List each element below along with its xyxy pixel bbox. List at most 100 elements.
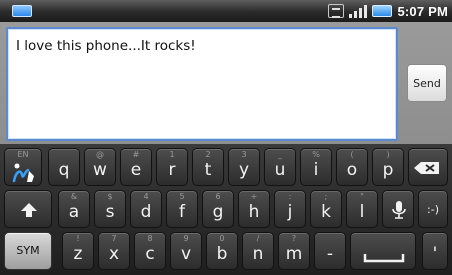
- shift-key[interactable]: [4, 190, 52, 228]
- key-hyphen[interactable]: -: [314, 232, 346, 270]
- key-label: c: [145, 244, 155, 264]
- key-label: o: [346, 160, 358, 180]
- key-alt-label: 1: [169, 150, 175, 159]
- input-method-key[interactable]: EN: [4, 148, 42, 186]
- key-label: y: [238, 160, 250, 180]
- key-alt-label: %: [312, 150, 320, 159]
- key-label: b: [216, 244, 228, 264]
- key-alt-label: #: [132, 150, 140, 159]
- key-j[interactable]: :j: [274, 190, 306, 228]
- handwriting-icon: [12, 163, 34, 183]
- key-alt-label: 4: [143, 192, 149, 201]
- signal-icon: [349, 4, 368, 18]
- key-label: e: [130, 160, 142, 180]
- data-icon: [328, 4, 345, 18]
- key-f[interactable]: 5f: [166, 190, 198, 228]
- key-label: l: [359, 202, 365, 222]
- key-i[interactable]: % i: [300, 148, 332, 186]
- status-icons: 5:07 PM: [328, 2, 448, 20]
- key-n[interactable]: / n: [242, 232, 274, 270]
- key-alt-label: !: [76, 234, 80, 243]
- key-label: a: [68, 202, 80, 222]
- key-alt-label: 0: [219, 234, 225, 243]
- key-label: w: [93, 160, 107, 180]
- key-label: s: [105, 202, 115, 222]
- key-alt-label: 6: [215, 192, 221, 201]
- key-h[interactable]: + h: [238, 190, 270, 228]
- key-d[interactable]: 4d: [130, 190, 162, 228]
- key-label: j: [287, 202, 293, 222]
- compose-area: I love this phone...It rocks! Send: [0, 22, 452, 144]
- soft-keyboard: EN q @ w # e 1r 2t 3y _ u % i (o ) p & a $ s 4d…: [0, 144, 452, 275]
- key-label: m: [285, 244, 303, 264]
- space-bar-icon: [363, 254, 405, 263]
- key-label: -: [326, 244, 334, 264]
- key-a[interactable]: & a: [58, 190, 90, 228]
- key-z[interactable]: ! z: [62, 232, 94, 270]
- key-alt-label: 3: [241, 150, 247, 159]
- message-input[interactable]: I love this phone...It rocks!: [6, 27, 398, 141]
- key-r[interactable]: 1r: [156, 148, 188, 186]
- battery-icon: [372, 5, 393, 17]
- key-label: p: [382, 160, 394, 180]
- key-alt-label: :: [288, 192, 292, 201]
- key-w[interactable]: @ w: [84, 148, 116, 186]
- key-label: x: [108, 244, 120, 264]
- status-bar: 5:07 PM: [0, 0, 452, 22]
- shift-arrow-icon: [21, 203, 37, 217]
- key-alt-label: &: [70, 192, 78, 201]
- status-time: 5:07 PM: [397, 3, 448, 19]
- key-l[interactable]: " l: [346, 190, 378, 228]
- key-alt-label: +: [250, 192, 258, 201]
- key-alt-label: ?: [291, 234, 297, 243]
- key-label: r: [168, 160, 176, 180]
- key-label: h: [248, 202, 260, 222]
- key-apostrophe[interactable]: ': [422, 232, 448, 270]
- key-alt-label: ): [386, 150, 390, 159]
- key-label: n: [252, 244, 264, 264]
- key-label: q: [58, 160, 70, 180]
- key-s[interactable]: $ s: [94, 190, 126, 228]
- symbols-key[interactable]: SYM: [4, 232, 52, 270]
- key-p[interactable]: ) p: [372, 148, 404, 186]
- key-alt-label: ": [360, 192, 364, 201]
- key-y[interactable]: 3y: [228, 148, 260, 186]
- key-alt-label: _: [278, 150, 282, 159]
- key-label: i: [313, 160, 319, 180]
- key-label: z: [73, 244, 83, 264]
- key-b[interactable]: 0b: [206, 232, 238, 270]
- key-label: ': [432, 244, 438, 264]
- key-alt-label: 5: [179, 192, 185, 201]
- key-alt-label: 2: [205, 150, 211, 159]
- voice-input-key[interactable]: [382, 190, 414, 228]
- send-button[interactable]: Send: [407, 64, 447, 102]
- key-u[interactable]: _ u: [264, 148, 296, 186]
- key-o[interactable]: (o: [336, 148, 368, 186]
- key-x[interactable]: 7x: [98, 232, 130, 270]
- key-label: :-): [427, 203, 439, 216]
- key-g[interactable]: 6g: [202, 190, 234, 228]
- key-q[interactable]: q: [48, 148, 80, 186]
- key-k[interactable]: ; k: [310, 190, 342, 228]
- key-m[interactable]: ? m: [278, 232, 310, 270]
- key-label: k: [321, 202, 331, 222]
- backspace-icon: [414, 162, 439, 174]
- key-alt-label: $: [107, 192, 113, 201]
- key-e[interactable]: # e: [120, 148, 152, 186]
- key-alt-label: (: [350, 150, 354, 159]
- smiley-key[interactable]: :-): [418, 190, 448, 228]
- usb-icon: [12, 5, 32, 17]
- key-label: t: [204, 160, 212, 180]
- microphone-icon: [392, 201, 406, 219]
- delete-key[interactable]: [408, 148, 448, 186]
- key-label: f: [179, 202, 185, 222]
- key-alt-label: 7: [111, 234, 117, 243]
- key-v[interactable]: 9v: [170, 232, 202, 270]
- key-label: u: [274, 160, 286, 180]
- key-alt-label: 8: [147, 234, 153, 243]
- input-language-label: EN: [17, 150, 29, 159]
- key-c[interactable]: 8c: [134, 232, 166, 270]
- space-key[interactable]: [350, 232, 416, 270]
- key-label: SYM: [16, 244, 40, 257]
- key-t[interactable]: 2t: [192, 148, 224, 186]
